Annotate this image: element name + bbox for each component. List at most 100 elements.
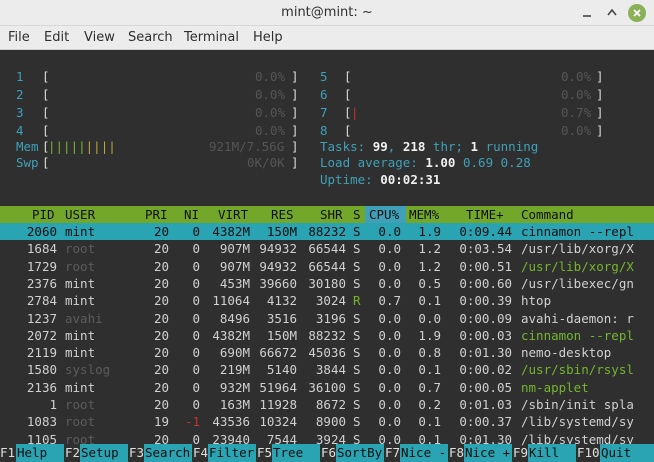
cpu-meter-7-bar: | — [351, 105, 359, 120]
col-mem[interactable]: MEM% — [409, 206, 439, 223]
cpu-meter-1-bracket: [ — [42, 69, 50, 84]
col-pri[interactable]: PRI — [145, 206, 168, 223]
menu-terminal[interactable]: Terminal — [184, 26, 239, 50]
cell-state: S — [353, 362, 361, 378]
fkey-f4: F4 — [193, 445, 209, 460]
maximize-icon[interactable] — [603, 4, 621, 22]
cell-virt: 163M — [219, 397, 250, 412]
cell-state: S — [353, 224, 361, 239]
tree-button[interactable]: Tree — [272, 444, 320, 462]
menu-edit[interactable]: Edit — [44, 26, 69, 50]
cell-virt: 690M — [219, 345, 250, 361]
cell-ni: 0 — [192, 379, 200, 395]
cell-pid: 2376 — [26, 275, 57, 291]
cell-cpu: 0.0 — [378, 310, 401, 326]
table-row[interactable]: 1729 root 20 0 907M 94932 66544 S 0.0 1.2 0:00.51 /… — [0, 258, 654, 275]
cell-command: /usr/libexec/gn — [521, 275, 634, 291]
cell-mem: 0.1 — [418, 293, 441, 309]
cpu-meter-1-value: 0.0% — [255, 69, 286, 84]
table-row[interactable]: 2119 mint 20 0 690M 66672 45036 S 0.0 0.8 0:01.30 n… — [0, 344, 654, 361]
table-row[interactable]: 2136 mint 20 0 932M 51964 36100 S 0.0 0.7 0:00.05 n… — [0, 379, 654, 396]
nice-plus-button[interactable]: Nice + — [464, 444, 512, 462]
cell-res: 5140 — [266, 362, 297, 378]
cell-pid: 2784 — [26, 293, 57, 309]
col-virt[interactable]: VIRT — [218, 206, 248, 223]
col-cpu[interactable]: CPU% — [369, 206, 399, 223]
window-titlebar[interactable]: mint@mint: ~ — [0, 0, 654, 26]
cell-pid: 1237 — [26, 310, 57, 326]
cell-pri: 20 — [153, 345, 169, 361]
menu-help[interactable]: Help — [253, 26, 283, 50]
table-row[interactable]: 1580 syslog 20 0 219M 5140 3844 S 0.0 0.1 0:00.02 /… — [0, 361, 654, 378]
cell-time: 0:01.03 — [459, 397, 512, 412]
cell-shr: 3024 — [315, 293, 346, 309]
table-row[interactable]: 1237 avahi 20 0 8496 3516 3196 S 0.0 0.0 0:00.09 av… — [0, 310, 654, 327]
quit-button[interactable]: Quit — [600, 444, 654, 462]
cell-cpu: 0.0 — [378, 275, 401, 291]
swp-value: 0K/0K — [247, 155, 285, 170]
minimize-icon[interactable] — [578, 4, 596, 22]
cell-mem: 0.0 — [418, 310, 441, 326]
terminal-area[interactable]: 1 [ 0.0% ] 2 [ 0.0% ] 3 [ 0.0% ] 4 [ 0.0… — [0, 50, 654, 462]
fkey-f9: F9 — [513, 445, 529, 460]
menubar: File Edit View Search Terminal Help — [0, 26, 654, 50]
col-ni[interactable]: NI — [184, 206, 199, 223]
cell-virt: 8496 — [219, 310, 250, 326]
cell-time: 0:00.03 — [459, 327, 512, 343]
col-user[interactable]: USER — [65, 206, 95, 223]
col-pid[interactable]: PID — [32, 206, 55, 223]
help-button[interactable]: Help — [16, 444, 64, 462]
cell-pri: 20 — [153, 397, 169, 412]
cell-ni: 0 — [192, 241, 200, 257]
nice-minus-button[interactable]: Nice - — [400, 444, 448, 462]
table-row[interactable]: 2784 mint 20 0 11064 4132 3024 R 0.7 0.1 0:00.39 ht… — [0, 292, 654, 309]
cell-pri: 20 — [153, 327, 169, 343]
table-row[interactable]: 2376 mint 20 0 453M 39660 30180 S 0.0 0.5 0:00.60 /… — [0, 275, 654, 292]
cell-res: 150M — [266, 327, 297, 343]
close-icon[interactable] — [628, 4, 646, 22]
process-table-header: PID USER PRI NI VIRT RES SHR S CPU% MEM%… — [0, 206, 654, 223]
cell-state: S — [353, 258, 361, 274]
sortby-button[interactable]: SortBy — [336, 444, 384, 462]
uptime: Uptime: 00:02:31 — [320, 172, 441, 187]
cell-user: mint — [65, 275, 96, 291]
function-key-bar: F1 Help F2 Setup F3 Search F4 Filter F5 … — [0, 444, 654, 462]
cell-res: 94932 — [259, 258, 297, 274]
cell-command: /usr/sbin/rsysl — [521, 362, 634, 378]
cell-command: cinnamon --repl — [521, 224, 634, 239]
menu-file[interactable]: File — [8, 26, 30, 50]
cell-cpu: 0.0 — [378, 345, 401, 361]
cell-mem: 1.9 — [418, 224, 441, 239]
cell-user: root — [65, 397, 96, 412]
cell-user: root — [65, 258, 96, 274]
table-row[interactable]: 1684 root 20 0 907M 94932 66544 S 0.0 1.2 0:03.54 /… — [0, 240, 654, 257]
kill-button[interactable]: Kill — [528, 444, 576, 462]
mem-bar: ||||||||| — [48, 139, 116, 154]
cell-mem: 1.9 — [418, 327, 441, 343]
cell-time: 0:03.54 — [459, 241, 512, 257]
col-time[interactable]: TIME+ — [466, 206, 504, 223]
table-row[interactable]: 2060 mint 20 0 4382M 150M 88232 S 0.0 1.9 0:09.44 c… — [0, 223, 654, 241]
col-res[interactable]: RES — [271, 206, 294, 223]
setup-button[interactable]: Setup — [80, 444, 128, 462]
cell-ni: 0 — [192, 224, 200, 239]
col-shr[interactable]: SHR — [320, 206, 343, 223]
table-row[interactable]: 1083 root 19 -1 43536 10324 8900 S 0.0 0.1 0:00.37… — [0, 413, 654, 430]
menu-search[interactable]: Search — [128, 26, 173, 50]
cell-time: 0:00.37 — [459, 414, 512, 430]
col-state[interactable]: S — [353, 206, 361, 223]
filter-button[interactable]: Filter — [208, 444, 256, 462]
table-row[interactable]: 2072 mint 20 0 4382M 150M 88232 S 0.0 1.9 0:00.03 c… — [0, 327, 654, 344]
cell-pid: 1729 — [26, 258, 57, 274]
cell-shr: 30180 — [308, 275, 346, 291]
cell-pri: 20 — [153, 310, 169, 326]
cell-pid: 2136 — [26, 379, 57, 395]
cell-shr: 66544 — [308, 258, 346, 274]
search-button[interactable]: Search — [144, 444, 192, 462]
cpu-meter-7-value: 0.7% — [561, 105, 592, 120]
cell-mem: 0.7 — [418, 379, 441, 395]
col-command[interactable]: Command — [521, 206, 574, 223]
menu-view[interactable]: View — [84, 26, 115, 50]
cell-time: 0:00.39 — [459, 293, 512, 309]
table-row[interactable]: 1 root 20 0 163M 11928 8672 S 0.0 0.2 0:01.03/sbin… — [0, 396, 654, 413]
